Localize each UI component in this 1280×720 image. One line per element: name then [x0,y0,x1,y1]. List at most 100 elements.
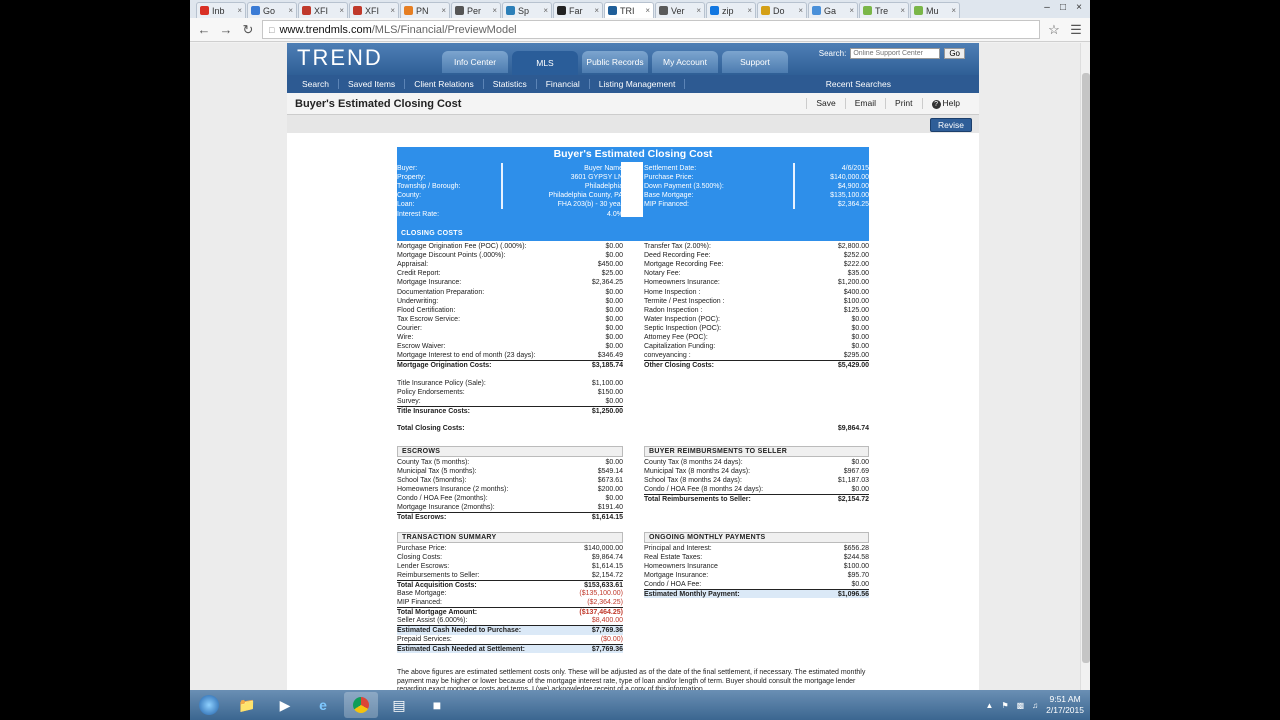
star-icon[interactable]: ☆ [1046,22,1062,38]
scrollbar-thumb[interactable] [1082,73,1090,663]
line-value: $400.00 [843,288,869,296]
menu-client-relations[interactable]: Client Relations [405,79,484,89]
browser-tab[interactable]: XFI × [349,2,399,18]
address-bar[interactable]: □ www.trendmls.com/MLS/Financial/Preview… [262,20,1040,39]
volume-icon[interactable]: ♫ [1032,701,1038,710]
close-tab-icon[interactable]: × [645,6,650,15]
notepad-icon[interactable]: ▤ [382,692,416,718]
tab-info-center[interactable]: Info Center [442,51,508,73]
browser-tab[interactable]: Per × [451,2,501,18]
tab-public-records[interactable]: Public Records [582,51,648,73]
close-tab-icon[interactable]: × [900,6,905,15]
report-line: Title Insurance Policy (Sale): $1,100.00 [397,379,623,388]
tray-arrow-icon[interactable]: ▲ [986,701,994,710]
line-value: $153,633.61 [584,581,623,589]
page-title: Buyer's Estimated Closing Cost [295,97,462,110]
browser-tab[interactable]: zip × [706,2,756,18]
browser-tab[interactable]: Mu × [910,2,960,18]
tab-my-account[interactable]: My Account [652,51,718,73]
help-button[interactable]: ? Help [921,98,969,109]
browser-tab[interactable]: Ga × [808,2,858,18]
close-tab-icon[interactable]: × [339,6,344,15]
save-button[interactable]: Save [806,98,844,109]
close-tab-icon[interactable]: × [747,6,752,15]
page-scrollbar[interactable] [1080,43,1090,690]
browser-tab[interactable]: Sp × [502,2,552,18]
print-button[interactable]: Print [885,98,921,109]
menu-search[interactable]: Search [293,79,339,89]
back-icon[interactable]: ← [196,22,212,37]
browser-tab[interactable]: Inb × [196,2,246,18]
network-icon[interactable]: ▩ [1017,701,1025,710]
line-value: $125.00 [843,306,869,314]
forward-icon[interactable]: → [218,22,234,37]
browser-tab[interactable]: PN × [400,2,450,18]
line-label: Termite / Pest Inspection : [644,297,725,305]
close-tab-icon[interactable]: × [492,6,497,15]
line-label: Total Closing Costs: [397,425,465,432]
menu-listing-management[interactable]: Listing Management [590,79,686,89]
explorer-icon[interactable]: 📁 [230,692,264,718]
start-button[interactable] [192,692,226,718]
report-line: Mortgage Insurance: $95.70 [644,571,869,580]
report-line: Deed Recording Fee: $252.00 [644,251,869,260]
line-label: Condo / HOA Fee: [644,580,702,588]
close-tab-icon[interactable]: × [798,6,803,15]
media-player-icon[interactable]: ▶ [268,692,302,718]
line-value: $191.40 [597,504,623,512]
close-window-icon[interactable]: × [1072,2,1086,14]
menu-financial[interactable]: Financial [537,79,590,89]
page-title-bar: Buyer's Estimated Closing Cost Save Email… [287,93,979,115]
report-line: Escrow Waiver: $0.00 [397,342,623,351]
close-tab-icon[interactable]: × [543,6,548,15]
close-tab-icon[interactable]: × [951,6,956,15]
header-value: 3601 GYPSY LN [570,174,623,182]
search-go-button[interactable]: Go [944,48,965,59]
close-tab-icon[interactable]: × [849,6,854,15]
transaction-summary-title: TRANSACTION SUMMARY [397,531,623,543]
chrome-icon[interactable] [344,692,378,718]
close-tab-icon[interactable]: × [594,6,599,15]
browser-tab[interactable]: Tre × [859,2,909,18]
browser-tab[interactable]: Do × [757,2,807,18]
menu-saved-items[interactable]: Saved Items [339,79,406,89]
report-line: Tax Escrow Service: $0.00 [397,315,623,324]
tab-support[interactable]: Support [722,51,788,73]
windows-logo-icon [199,695,219,715]
search-input[interactable] [850,48,941,59]
line-label: Total Mortgage Amount: [397,609,478,617]
close-tab-icon[interactable]: × [390,6,395,15]
close-tab-icon[interactable]: × [288,6,293,15]
trend-logo[interactable]: TREND [297,45,383,71]
menu-icon[interactable]: ☰ [1068,22,1084,38]
recent-searches-menu[interactable]: Recent Searches [826,79,891,89]
browser-tab[interactable]: XFI × [298,2,348,18]
browser-tab[interactable]: Far × [553,2,603,18]
flag-icon[interactable]: ⚑ [1001,701,1008,710]
menu-statistics[interactable]: Statistics [484,79,537,89]
report-line: Transfer Tax (2.00%): $2,800.00 [644,242,869,251]
reload-icon[interactable]: ↻ [240,22,256,38]
close-tab-icon[interactable]: × [696,6,701,15]
header-value: $4,900.00 [837,183,869,191]
report-line: Wire: $0.00 [397,333,623,342]
line-value: $0.00 [605,324,623,332]
report-line: Underwriting: $0.00 [397,297,623,306]
browser-tab[interactable]: Ver × [655,2,705,18]
minimize-icon[interactable]: – [1040,2,1054,14]
close-tab-icon[interactable]: × [441,6,446,15]
ie-icon[interactable]: e [306,692,340,718]
line-value: $0.00 [851,486,869,494]
report-line: Homeowners Insurance $100.00 [644,562,869,571]
browser-tab[interactable]: TRI × [604,2,654,18]
clock[interactable]: 9:51 AM 2/17/2015 [1046,694,1084,716]
maximize-icon[interactable]: □ [1056,2,1070,14]
tab-mls[interactable]: MLS [512,51,578,75]
header-value: $2,364.25 [837,201,869,209]
app-icon[interactable]: ■ [420,692,454,718]
clock-time: 9:51 AM [1049,694,1081,704]
email-button[interactable]: Email [844,98,885,109]
close-tab-icon[interactable]: × [237,6,242,15]
revise-button[interactable]: Revise [930,118,972,132]
browser-tab[interactable]: Go × [247,2,297,18]
